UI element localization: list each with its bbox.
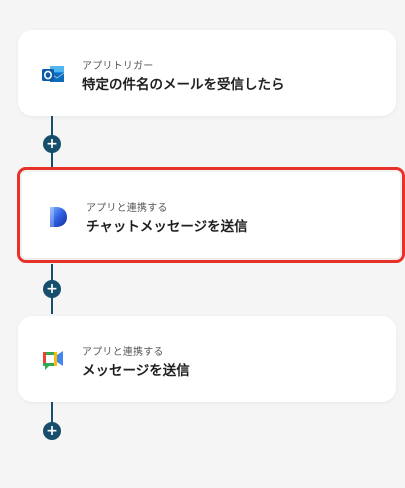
add-step-button[interactable]: + (43, 422, 61, 440)
step-title: チャットメッセージを送信 (86, 219, 248, 235)
google-chat-icon (40, 347, 66, 373)
add-step-button[interactable]: + (43, 280, 61, 298)
dify-icon (44, 203, 70, 229)
step-title: メッセージを送信 (82, 363, 190, 379)
flow-step-trigger[interactable]: アプリトリガー 特定の件名のメールを受信したら (18, 30, 396, 116)
step-title: 特定の件名のメールを受信したら (82, 77, 285, 93)
step-type-label: アプリと連携する (86, 203, 168, 214)
outlook-icon (40, 61, 66, 87)
flow-step-send-message[interactable]: アプリと連携する メッセージを送信 (18, 316, 396, 402)
step-type-label: アプリと連携する (82, 347, 164, 358)
flow-step-chat-message[interactable]: アプリと連携する チャットメッセージを送信 (17, 167, 405, 263)
step-type-label: アプリトリガー (82, 61, 154, 72)
add-step-button[interactable]: + (43, 135, 61, 153)
